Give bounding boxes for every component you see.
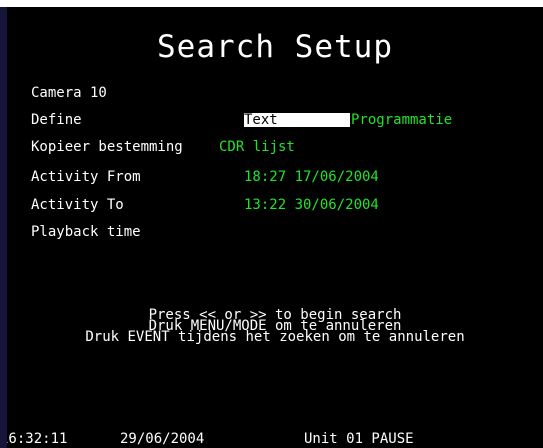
- define-option[interactable]: Programmatie: [351, 111, 452, 129]
- copy-destination-value[interactable]: CDR lijst: [219, 138, 295, 156]
- activity-to-row[interactable]: Activity To 13:22 30/06/2004: [31, 196, 511, 214]
- activity-to-label: Activity To: [31, 197, 124, 213]
- activity-to-value[interactable]: 13:22 30/06/2004: [244, 196, 379, 214]
- status-date: 29/06/2004: [120, 431, 205, 447]
- left-border-strip: [0, 7, 7, 448]
- copy-destination-row[interactable]: Kopieer bestemming CDR lijst: [31, 138, 511, 156]
- activity-from-value[interactable]: 18:27 17/06/2004: [244, 168, 379, 186]
- camera-label: Camera 10: [31, 85, 107, 101]
- define-label: Define: [31, 112, 82, 128]
- status-time: 16:32:11: [7, 431, 68, 447]
- status-unit: Unit 01 PAUSE: [304, 431, 414, 447]
- camera-row: Camera 10: [31, 84, 231, 102]
- playback-time-label: Playback time: [31, 224, 141, 240]
- activity-from-label: Activity From: [31, 169, 141, 185]
- page-title: Search Setup: [157, 29, 393, 65]
- copy-destination-label: Kopieer bestemming: [31, 139, 183, 155]
- define-row[interactable]: Define Text Programmatie: [31, 111, 511, 129]
- playback-time-row[interactable]: Playback time: [31, 223, 331, 241]
- instructions-block: Press << or >> to begin search Druk MENU…: [7, 308, 543, 345]
- search-setup-screen: Search Setup Camera 10 Define Text Progr…: [7, 7, 543, 448]
- status-bar: 16:32:11 29/06/2004 Unit 01 PAUSE: [7, 431, 543, 448]
- instruction-line: Druk EVENT tijdens het zoeken om te annu…: [85, 329, 465, 345]
- activity-from-row[interactable]: Activity From 18:27 17/06/2004: [31, 168, 511, 186]
- define-text-field[interactable]: Text: [244, 113, 350, 127]
